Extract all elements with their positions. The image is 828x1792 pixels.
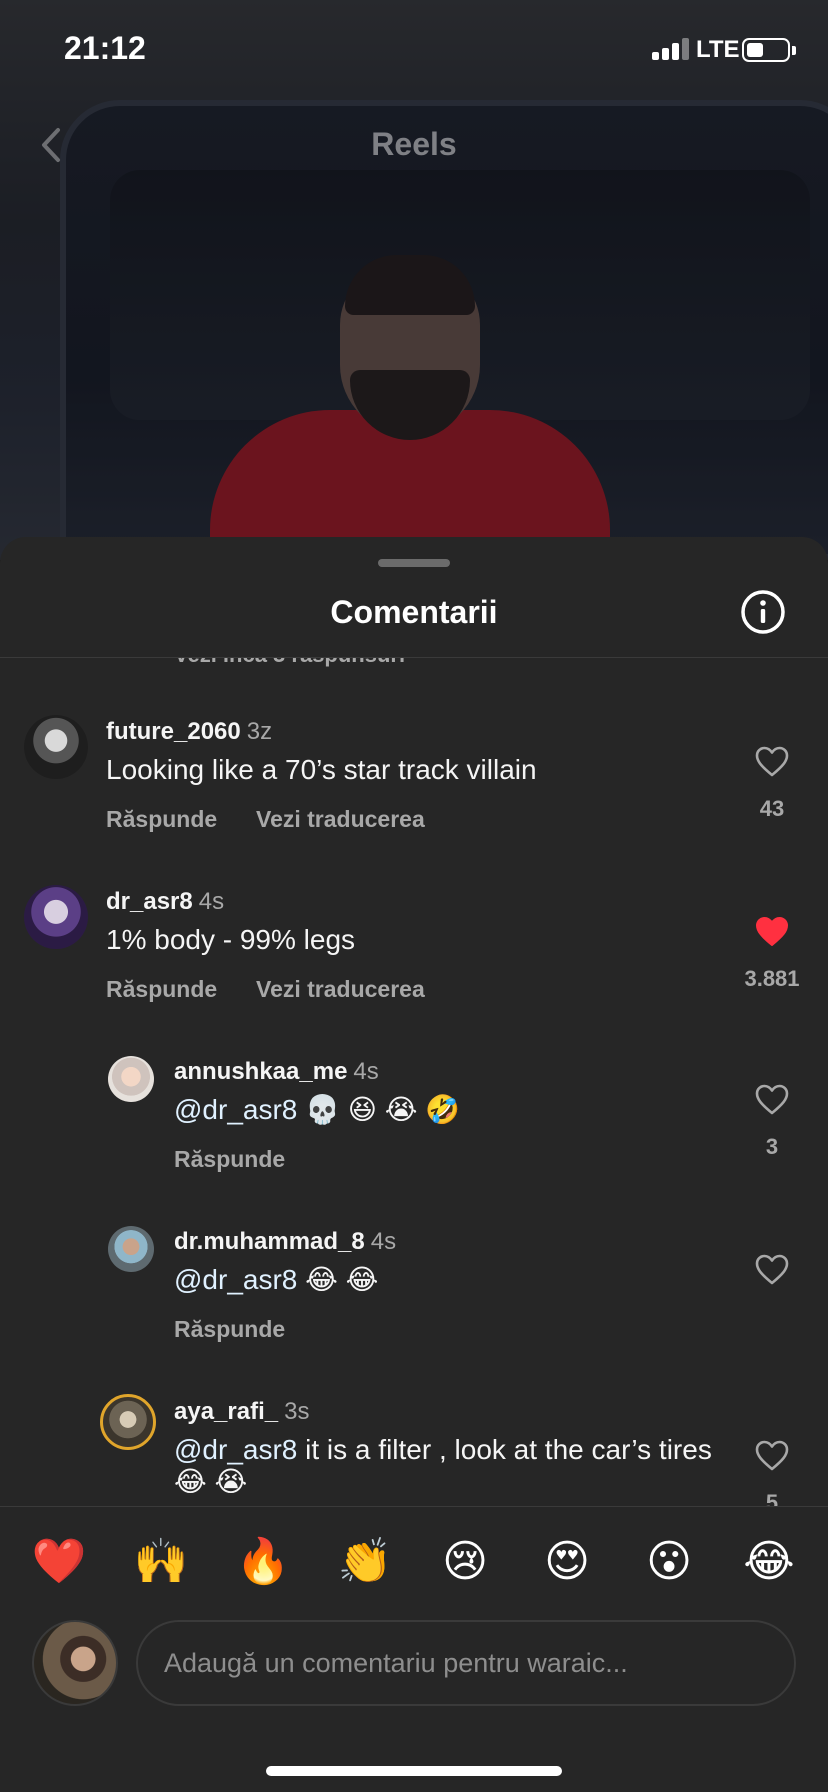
comment-text: @dr_asr8 💀 😆 😭 🤣 — [174, 1094, 460, 1126]
mention-link[interactable]: @dr_asr8 — [174, 1434, 297, 1465]
emoji-clap-button[interactable]: 👏 — [330, 1527, 400, 1597]
comment-text: @dr_asr8 it is a filter , look at the ca… — [174, 1434, 714, 1498]
comment-username[interactable]: future_2060 3z — [106, 718, 272, 746]
comment-username[interactable]: dr_asr8 4s — [106, 888, 224, 916]
view-more-replies[interactable]: Vezi încă 3 răspunsuri — [174, 658, 405, 668]
heart-icon[interactable] — [755, 1254, 789, 1286]
mention-link[interactable]: @dr_asr8 — [174, 1264, 297, 1295]
avatar[interactable] — [100, 1394, 156, 1450]
page-title: Reels — [371, 126, 457, 162]
heart-icon[interactable] — [755, 1440, 789, 1472]
battery-icon — [742, 38, 790, 62]
comment-username[interactable]: dr.muhammad_8 4s — [174, 1228, 396, 1256]
status-time: 21:12 — [64, 30, 146, 66]
mention-link[interactable]: @dr_asr8 — [174, 1094, 297, 1125]
reply-button[interactable]: Răspunde — [106, 976, 217, 1003]
comment-emojis: 💀 😆 😭 🤣 — [305, 1094, 461, 1125]
reply-button[interactable]: Răspunde — [174, 1316, 285, 1343]
comment-username[interactable]: aya_rafi_ 3s — [174, 1398, 309, 1426]
avatar[interactable] — [108, 1056, 154, 1102]
home-indicator[interactable] — [266, 1766, 562, 1776]
like-count: 3.881 — [744, 966, 800, 991]
sheet-title: Comentarii — [330, 594, 498, 630]
battery-cap — [792, 46, 796, 55]
quick-reaction-bar: ❤️ 🙌 🔥 👏 😢 😍 😮 😂 — [0, 1527, 828, 1607]
see-translation-button[interactable]: Vezi traducerea — [256, 976, 425, 1003]
comment-username[interactable]: annushkaa_me 4s — [174, 1058, 379, 1086]
comment-input[interactable]: Adaugă un comentariu pentru waraic... — [136, 1620, 796, 1706]
like-count: 3 — [765, 1134, 779, 1159]
status-bar: 21:12 LTE — [0, 0, 828, 100]
comment-text: Looking like a 70’s star track villain — [106, 754, 537, 785]
comment-text: 1% body - 99% legs — [106, 924, 356, 955]
avatar[interactable] — [24, 885, 88, 949]
reply-button[interactable]: Răspunde — [174, 1146, 285, 1173]
emoji-laughing-button[interactable]: 😂 — [734, 1527, 804, 1597]
comment-emojis: 😂 😂 — [305, 1264, 379, 1295]
emoji-heart-button[interactable]: ❤️ — [24, 1527, 94, 1597]
comments-sheet: Comentarii Vezi încă 3 răspunsuri future… — [0, 537, 828, 1792]
current-user-avatar — [32, 1620, 118, 1706]
avatar[interactable] — [108, 1226, 154, 1272]
heart-icon[interactable] — [755, 746, 789, 778]
sheet-grabber[interactable] — [378, 559, 450, 567]
signal-icon — [652, 38, 689, 60]
heart-filled-icon[interactable] — [755, 916, 789, 948]
network-label: LTE — [696, 36, 740, 63]
like-count: 43 — [759, 796, 785, 821]
heart-icon[interactable] — [755, 1084, 789, 1116]
reply-button[interactable]: Răspunde — [106, 806, 217, 833]
emoji-fire-button[interactable]: 🔥 — [228, 1527, 298, 1597]
comment-text: @dr_asr8 😂 😂 — [174, 1264, 378, 1296]
see-translation-button[interactable]: Vezi traducerea — [256, 806, 425, 833]
like-count: 5 — [765, 1490, 779, 1506]
avatar[interactable] — [24, 715, 88, 779]
info-icon[interactable] — [740, 589, 786, 635]
emoji-wow-button[interactable]: 😮 — [634, 1527, 704, 1597]
emoji-bar-divider — [0, 1506, 828, 1507]
emoji-crying-button[interactable]: 😢 — [430, 1527, 500, 1597]
emoji-raised-hands-button[interactable]: 🙌 — [126, 1527, 196, 1597]
emoji-heart-eyes-button[interactable]: 😍 — [532, 1527, 602, 1597]
comment-list[interactable]: Vezi încă 3 răspunsuri future_20603z Loo… — [0, 658, 828, 1506]
